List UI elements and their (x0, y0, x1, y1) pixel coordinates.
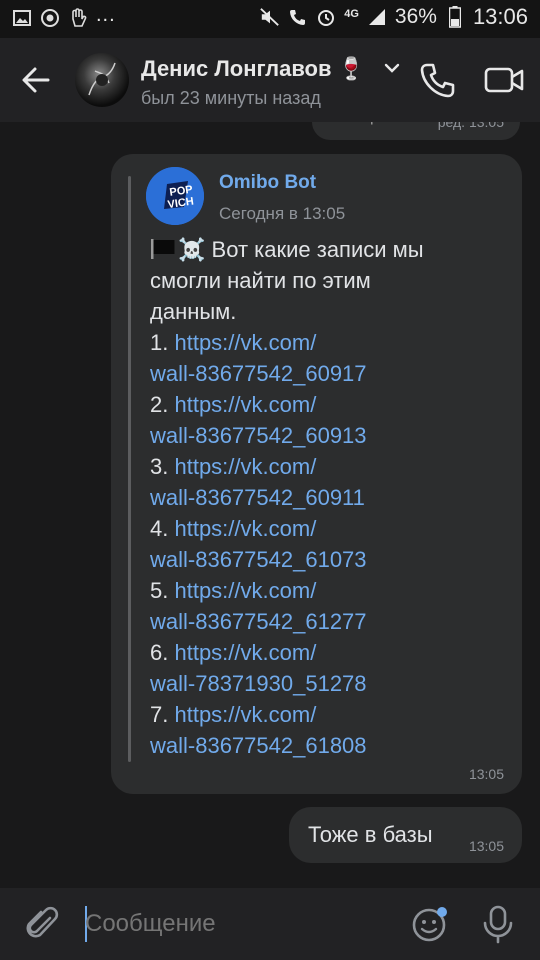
chat-header: Денис Лонглавов 🍷 был 23 минуты назад (0, 38, 540, 122)
back-button[interactable] (18, 62, 54, 98)
alarm-icon (316, 7, 336, 27)
link-number: 1. (150, 330, 169, 355)
status-time: 13:06 (472, 4, 528, 29)
video-camera-icon (484, 67, 524, 93)
link-url-part1[interactable]: https://vk.com/ (174, 392, 316, 417)
status-bar: ... 4G 36% 13:06 (0, 0, 540, 38)
link-number: 4. (150, 516, 169, 541)
previous-message-edited-time: ред. 13:05 (437, 122, 504, 130)
last-seen: был 23 минуты назад (141, 88, 321, 108)
link-item: 5. https://vk.com/ (150, 575, 510, 606)
link-url-part2[interactable]: wall-83677542_61277 (150, 606, 510, 637)
intro-line-3: данным. (150, 299, 237, 324)
link-url-part1[interactable]: https://vk.com/ (174, 454, 316, 479)
link-url-part1[interactable]: https://vk.com/ (174, 640, 316, 665)
status-left: ... (12, 4, 116, 28)
link-url-part2[interactable]: wall-83677542_61073 (150, 544, 510, 575)
link-item: 1. https://vk.com/ (150, 327, 510, 358)
skull-emoji: ☠️ (178, 237, 206, 262)
link-item: 3. https://vk.com/ (150, 451, 510, 482)
forward-indicator-bar (128, 176, 131, 762)
chat-messages[interactable]: р ред. 13:05 POP VICH Omibo Bot Сегодня … (0, 122, 540, 888)
network-type: 4G (344, 7, 359, 20)
call-button[interactable] (418, 60, 458, 100)
link-url-part1[interactable]: https://vk.com/ (174, 330, 316, 355)
status-right: 4G 36% 13:06 (260, 4, 528, 30)
link-url-part2[interactable]: wall-83677542_60913 (150, 420, 510, 451)
link-list: 1. https://vk.com/wall-83677542_60917 2. … (150, 327, 510, 761)
sticker-button[interactable] (410, 904, 450, 944)
link-item: 2. https://vk.com/ (150, 389, 510, 420)
link-number: 3. (150, 454, 169, 479)
link-number: 2. (150, 392, 169, 417)
sync-icon (40, 8, 60, 28)
video-call-button[interactable] (484, 62, 524, 98)
forwarded-message-text: ☠️ Вот какие записи мы смогли найти по э… (150, 234, 510, 761)
message-input[interactable] (85, 906, 385, 942)
image-icon (12, 8, 32, 28)
phone-icon (420, 63, 455, 98)
link-item: 4. https://vk.com/ (150, 513, 510, 544)
battery-icon (445, 6, 465, 28)
voice-message-button[interactable] (480, 904, 516, 944)
intro-line-1: ☠️ Вот какие записи мы (150, 234, 510, 265)
forwarded-message[interactable]: POP VICH Omibo Bot Сегодня в 13:05 ☠️ Во… (111, 154, 522, 794)
link-url-part2[interactable]: wall-83677542_60917 (150, 358, 510, 389)
paperclip-icon (26, 906, 59, 938)
outgoing-message[interactable]: Тоже в базы 13:05 (289, 807, 522, 863)
bot-avatar[interactable]: POP VICH (146, 167, 204, 225)
bot-name[interactable]: Omibo Bot (219, 172, 316, 194)
outgoing-message-text: Тоже в базы (308, 822, 433, 847)
wine-emoji: 🍷 (337, 56, 366, 81)
link-url-part2[interactable]: wall-83677542_61808 (150, 730, 510, 761)
outgoing-message-time: 13:05 (468, 838, 504, 854)
contact-name[interactable]: Денис Лонглавов 🍷 (141, 56, 365, 82)
forwarded-message-time: 13:05 (468, 766, 504, 782)
wifi-call-icon (288, 7, 308, 27)
link-item: 7. https://vk.com/ (150, 699, 510, 730)
mute-icon (260, 7, 280, 27)
avatar[interactable] (75, 53, 129, 107)
hand-icon (68, 8, 88, 28)
intro-line-2: смогли найти по этим (150, 268, 371, 293)
signal-icon (367, 7, 387, 27)
forwarded-date: Сегодня в 13:05 (219, 204, 346, 223)
link-number: 6. (150, 640, 169, 665)
more-notifications: ... (96, 3, 116, 26)
smile-icon (412, 907, 447, 942)
attach-button[interactable] (22, 904, 62, 944)
link-item: 6. https://vk.com/ (150, 637, 510, 668)
microphone-icon (483, 905, 513, 944)
link-url-part1[interactable]: https://vk.com/ (174, 516, 316, 541)
message-composer (0, 888, 540, 960)
link-url-part1[interactable]: https://vk.com/ (174, 702, 316, 727)
battery-percent: 36% (394, 5, 437, 28)
previous-message-text: р (370, 122, 379, 126)
previous-message[interactable]: р ред. 13:05 (312, 122, 520, 140)
arrow-left-icon (22, 67, 50, 93)
link-number: 7. (150, 702, 169, 727)
link-url-part1[interactable]: https://vk.com/ (174, 578, 316, 603)
link-url-part2[interactable]: wall-78371930_51278 (150, 668, 510, 699)
link-url-part2[interactable]: wall-83677542_60911 (150, 482, 510, 513)
link-number: 5. (150, 578, 169, 603)
chevron-down-icon[interactable] (382, 58, 402, 78)
black-flag-icon (150, 236, 176, 259)
